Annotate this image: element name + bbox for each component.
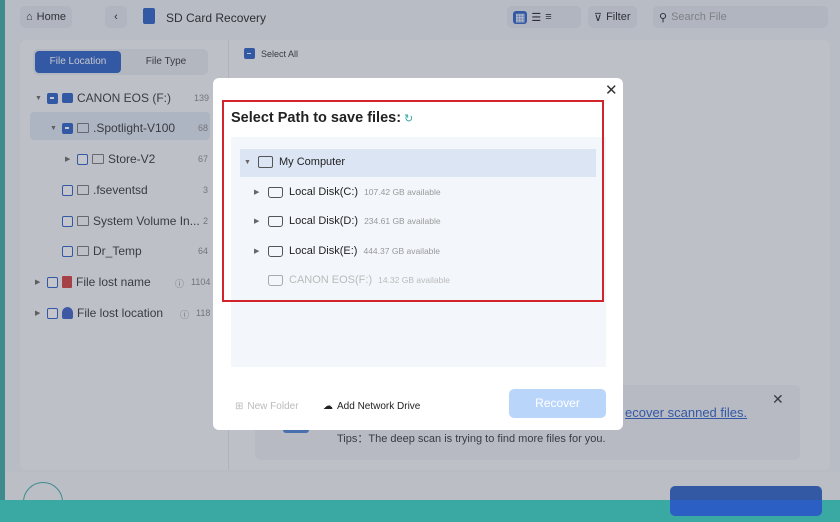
new-folder-button[interactable]: ⊞ New Folder <box>235 401 299 412</box>
disk-d[interactable]: ▶ Local Disk(D:) 234.61 GB available <box>254 215 441 227</box>
disk-e[interactable]: ▶ Local Disk(E:) 444.37 GB available <box>254 245 440 257</box>
new-folder-icon: ⊞ <box>235 401 244 412</box>
close-icon[interactable]: ✕ <box>605 81 618 99</box>
add-network-drive-button[interactable]: ☁ Add Network Drive <box>323 401 420 412</box>
cloud-icon: ☁ <box>323 401 333 412</box>
disk-icon <box>268 245 283 257</box>
dialog-title: Select Path to save files: ↻ <box>231 110 414 126</box>
disk-f-disabled: CANON EOS(F:) 14.32 GB available <box>254 274 450 286</box>
disk-icon <box>268 215 283 227</box>
highlight-box <box>222 100 604 302</box>
disk-icon <box>268 186 283 198</box>
disk-c[interactable]: ▶ Local Disk(C:) 107.42 GB available <box>254 186 441 198</box>
refresh-icon[interactable]: ↻ <box>404 112 413 125</box>
tree-my-computer[interactable]: ▼ My Computer <box>244 156 345 168</box>
recover-button[interactable]: Recover <box>509 389 606 418</box>
disk-icon <box>268 274 283 286</box>
computer-icon <box>258 156 273 168</box>
